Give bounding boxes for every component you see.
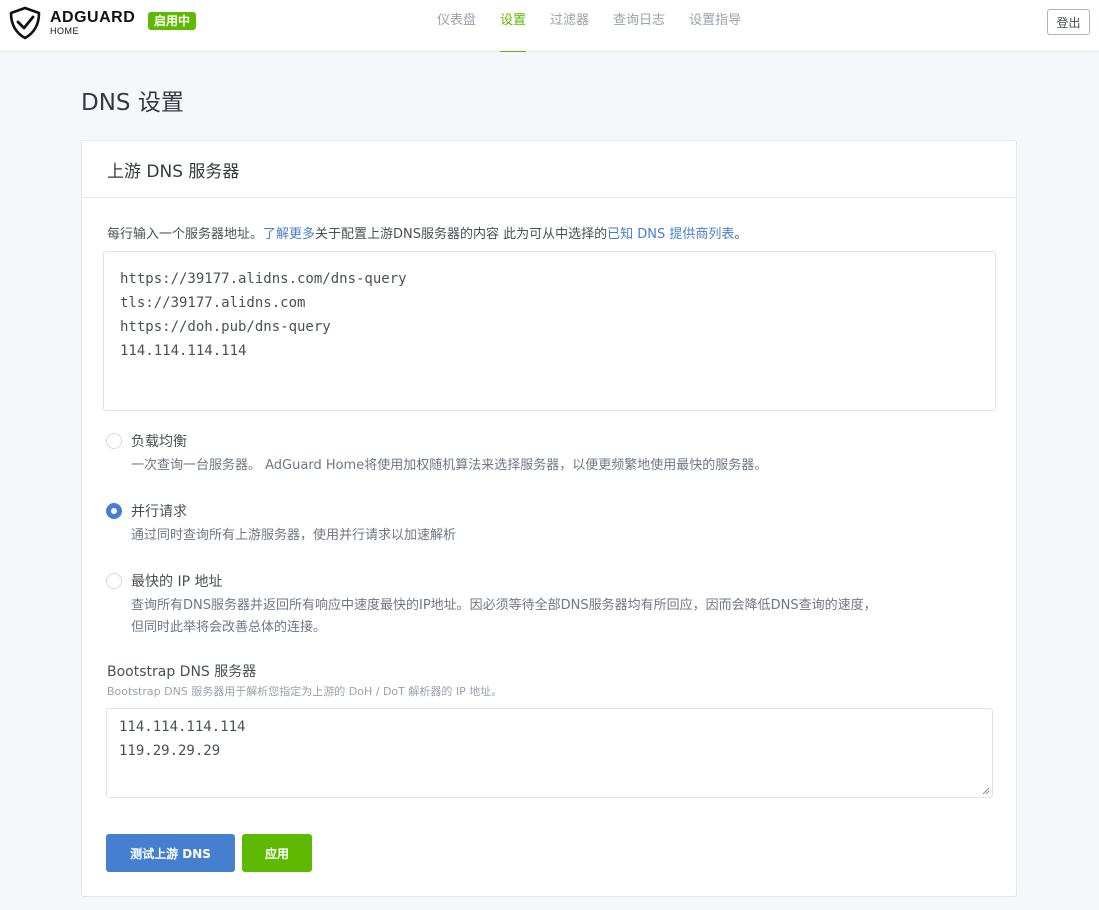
nav-query-log[interactable]: 查询日志 bbox=[601, 0, 677, 52]
card-header: 上游 DNS 服务器 bbox=[82, 141, 1016, 198]
load-balancing-desc: 一次查询一台服务器。 AdGuard Home将使用加权随机算法来选择服务器，以… bbox=[131, 458, 768, 473]
shield-check-icon bbox=[9, 6, 41, 40]
logo-subtext: HOME bbox=[50, 26, 79, 36]
apply-button[interactable]: 应用 bbox=[242, 834, 312, 872]
upstream-servers-textarea[interactable]: https://39177.alidns.com/dns-query tls:/… bbox=[103, 251, 996, 411]
resize-handle-icon[interactable] bbox=[982, 787, 990, 795]
upstream-server-line: https://doh.pub/dns-query bbox=[120, 319, 331, 335]
adguard-logo[interactable]: ADGUARD HOME bbox=[8, 6, 135, 40]
load-balancing-radio[interactable] bbox=[106, 433, 122, 449]
known-dns-providers-link[interactable]: 已知 DNS 提供商列表 bbox=[607, 227, 734, 242]
parallel-requests-radio[interactable] bbox=[106, 503, 122, 519]
status-badge: 启用中 bbox=[148, 12, 197, 30]
parallel-requests-desc: 通过同时查询所有上游服务器，使用并行请求以加速解析 bbox=[131, 528, 457, 543]
top-navbar: ADGUARD HOME 启用中 仪表盘 设置 过滤器 查询日志 设置指导 登出 bbox=[0, 0, 1099, 52]
fastest-ip-desc-line: 但同时此举将会改善总体的连接。 bbox=[131, 620, 327, 635]
page-title: DNS 设置 bbox=[81, 90, 184, 116]
bootstrap-servers-textarea[interactable]: 114.114.114.114 119.29.29.29 bbox=[106, 708, 993, 798]
bootstrap-server-line: 114.114.114.114 bbox=[119, 719, 246, 735]
bootstrap-dns-desc: Bootstrap DNS 服务器用于解析您指定为上游的 DoH / DoT 解… bbox=[107, 685, 503, 698]
intro-middle: 关于配置上游DNS服务器的内容 此为可从中选择的 bbox=[315, 227, 608, 242]
bootstrap-dns-title: Bootstrap DNS 服务器 bbox=[107, 664, 257, 680]
nav-settings[interactable]: 设置 bbox=[488, 0, 538, 52]
load-balancing-label: 负载均衡 bbox=[131, 434, 187, 450]
upstream-server-line: tls://39177.alidns.com bbox=[120, 295, 306, 311]
learn-more-link[interactable]: 了解更多 bbox=[263, 227, 315, 242]
test-upstream-dns-button[interactable]: 测试上游 DNS bbox=[106, 834, 235, 872]
upstream-dns-card: 上游 DNS 服务器 每行输入一个服务器地址。了解更多关于配置上游DNS服务器的… bbox=[81, 140, 1017, 897]
upstream-server-line: 114.114.114.114 bbox=[120, 343, 247, 359]
intro-suffix: 。 bbox=[734, 227, 748, 242]
fastest-ip-desc-line: 查询所有DNS服务器并返回所有响应中速度最快的IP地址。因必须等待全部DNS服务… bbox=[131, 598, 877, 613]
mode-load-balancing[interactable]: 负载均衡 一次查询一台服务器。 AdGuard Home将使用加权随机算法来选择… bbox=[106, 431, 767, 477]
upstream-server-line: https://39177.alidns.com/dns-query bbox=[120, 271, 407, 287]
logout-button[interactable]: 登出 bbox=[1047, 9, 1090, 35]
upstream-intro-text: 每行输入一个服务器地址。了解更多关于配置上游DNS服务器的内容 此为可从中选择的… bbox=[107, 223, 747, 242]
fastest-ip-radio[interactable] bbox=[106, 573, 122, 589]
fastest-ip-label: 最快的 IP 地址 bbox=[131, 574, 223, 590]
nav-filters[interactable]: 过滤器 bbox=[538, 0, 601, 52]
main-nav: 仪表盘 设置 过滤器 查询日志 设置指导 bbox=[425, 0, 753, 52]
mode-parallel-requests[interactable]: 并行请求 通过同时查询所有上游服务器，使用并行请求以加速解析 bbox=[106, 501, 456, 547]
intro-prefix: 每行输入一个服务器地址。 bbox=[107, 227, 264, 242]
logo-text: ADGUARD bbox=[50, 9, 136, 26]
nav-setup-guide[interactable]: 设置指导 bbox=[677, 0, 753, 52]
fastest-ip-desc: 查询所有DNS服务器并返回所有响应中速度最快的IP地址。因必须等待全部DNS服务… bbox=[131, 595, 877, 639]
nav-dashboard[interactable]: 仪表盘 bbox=[425, 0, 488, 52]
mode-fastest-ip[interactable]: 最快的 IP 地址 查询所有DNS服务器并返回所有响应中速度最快的IP地址。因必… bbox=[106, 571, 877, 639]
card-title: 上游 DNS 服务器 bbox=[107, 161, 240, 182]
bootstrap-server-line: 119.29.29.29 bbox=[119, 743, 221, 759]
parallel-requests-label: 并行请求 bbox=[131, 504, 187, 520]
